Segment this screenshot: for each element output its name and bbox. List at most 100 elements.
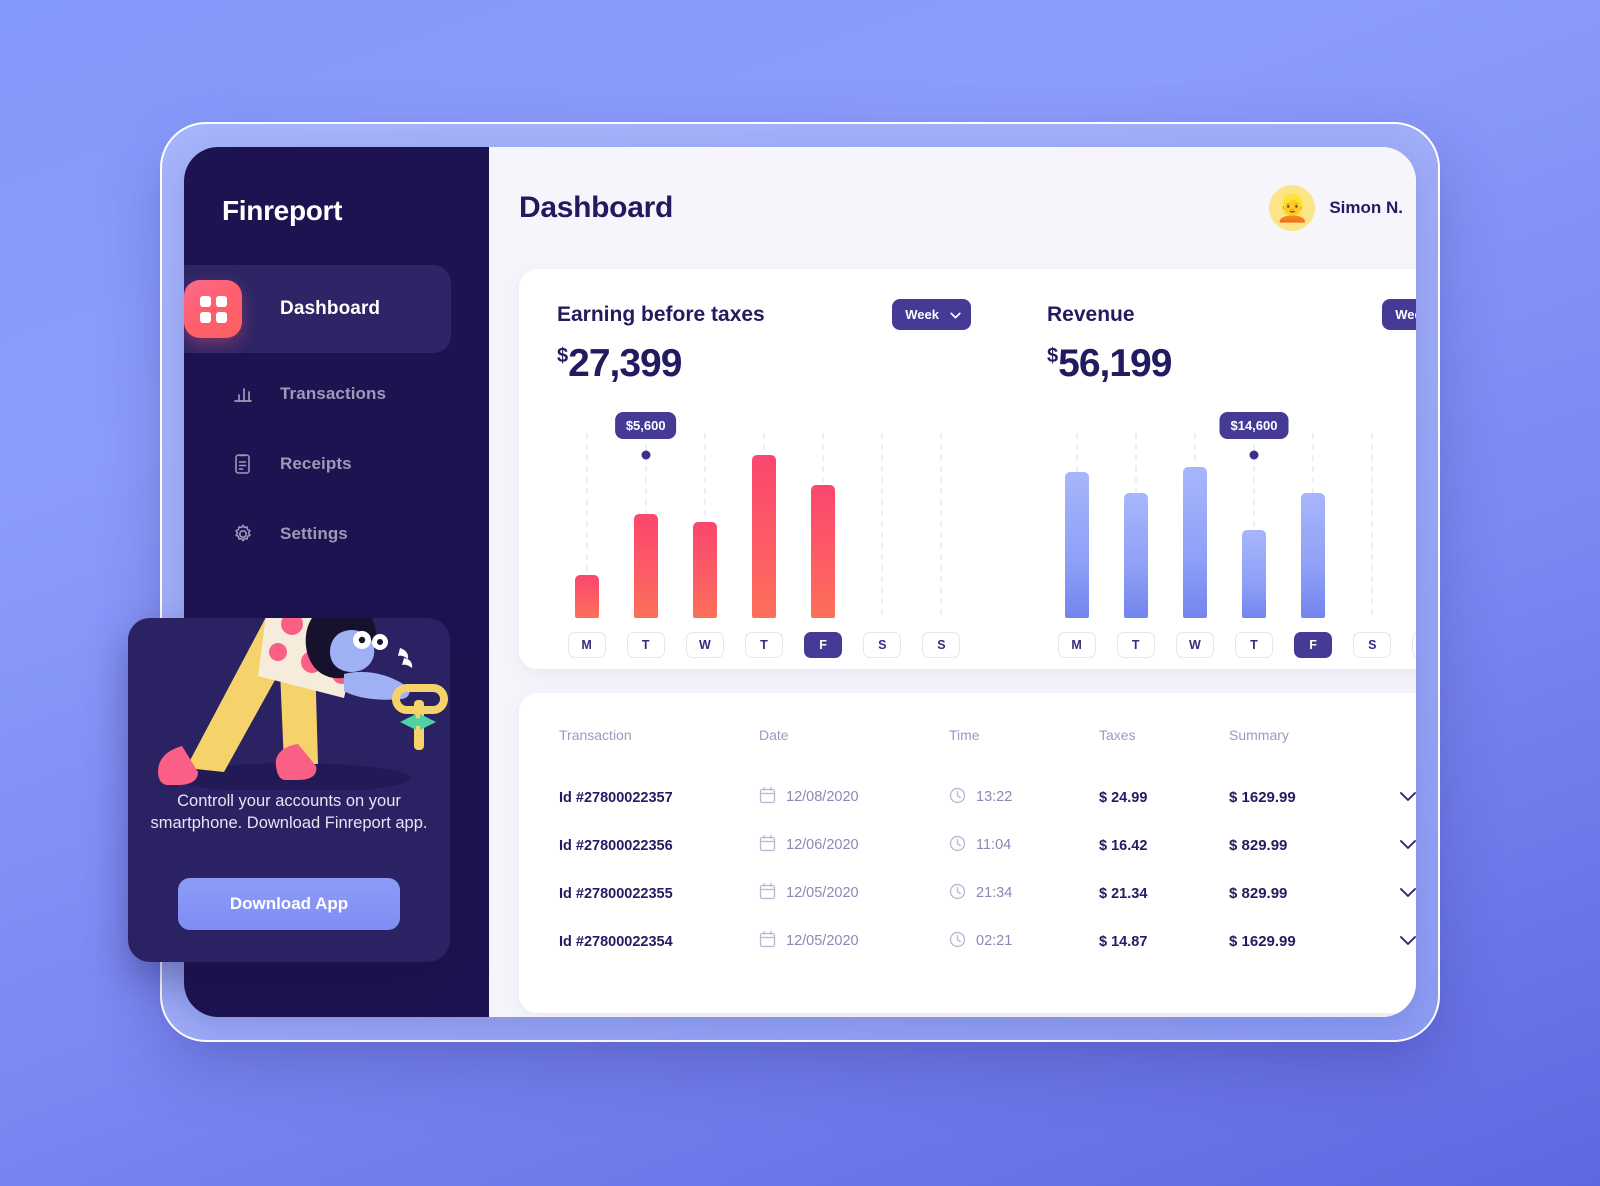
- row-expand-chevron-down-icon[interactable]: [1399, 933, 1416, 950]
- chart-bar[interactable]: [633, 514, 658, 618]
- table-body: Id #27800022357 12/08/2020 13:22 $ 24.99 $ 1…: [559, 773, 1416, 965]
- cell-time: 11:04: [976, 837, 1012, 853]
- cell-date: 12/06/2020: [786, 837, 859, 853]
- cell-time: 13:22: [976, 789, 1013, 805]
- calendar-icon: [759, 930, 776, 952]
- promo-illustration: [158, 618, 448, 790]
- column-header-taxes: Taxes: [1099, 727, 1136, 743]
- day-button[interactable]: T: [1234, 632, 1273, 658]
- table-header-row: Transaction Date Time Taxes Summary: [559, 727, 1416, 773]
- sidebar-item-dashboard[interactable]: Dashboard: [184, 265, 451, 353]
- chart-plot-area: $14,600: [1047, 408, 1416, 618]
- day-selector-earning[interactable]: MTWTFSS: [557, 632, 971, 658]
- range-select-earning[interactable]: Week: [892, 299, 971, 330]
- download-app-button[interactable]: Download App: [178, 878, 400, 930]
- chart-bar[interactable]: [1123, 493, 1148, 618]
- day-button[interactable]: S: [922, 632, 961, 658]
- day-cell: S: [853, 632, 912, 658]
- day-cell: W: [675, 632, 734, 658]
- bar-slot: [557, 433, 616, 618]
- day-button[interactable]: S: [1412, 632, 1416, 658]
- day-cell: T: [734, 632, 793, 658]
- day-cell: S: [1343, 632, 1402, 658]
- main-content: Dashboard 👱 Simon N. Earning before taxe…: [489, 147, 1416, 1017]
- cell-transaction-id: Id #27800022356: [559, 837, 673, 854]
- cell-summary: $ 1629.99: [1229, 788, 1296, 806]
- day-button[interactable]: M: [1057, 632, 1096, 658]
- chart-bar[interactable]: [1301, 493, 1326, 618]
- table-row[interactable]: Id #27800022354 12/05/2020 02:21 $ 14.87 $ 1…: [559, 917, 1416, 965]
- day-button[interactable]: F: [1294, 632, 1333, 658]
- day-button[interactable]: S: [1353, 632, 1392, 658]
- cell-summary: $ 1629.99: [1229, 932, 1296, 950]
- day-button[interactable]: W: [685, 632, 724, 658]
- day-button[interactable]: T: [744, 632, 783, 658]
- sidebar-item-transactions[interactable]: Transactions: [184, 367, 489, 421]
- user-menu[interactable]: 👱 Simon N.: [1269, 185, 1416, 231]
- currency-symbol: $: [557, 345, 568, 367]
- bar-slot: $5,600: [614, 412, 677, 618]
- chart-bar[interactable]: [811, 485, 836, 618]
- chart-tooltip: $14,600: [1219, 412, 1289, 439]
- chart-bar[interactable]: [1182, 467, 1207, 618]
- top-bar: Dashboard 👱 Simon N.: [519, 147, 1416, 269]
- gear-icon: [230, 521, 256, 547]
- promo-text: Controll your accounts on your smartphon…: [150, 792, 428, 832]
- cell-transaction-id: Id #27800022357: [559, 789, 673, 806]
- calendar-icon: [759, 834, 776, 856]
- cell-time: 21:34: [976, 885, 1013, 901]
- day-button[interactable]: M: [567, 632, 606, 658]
- chart-tooltip: $5,600: [614, 412, 677, 439]
- range-label: Week: [1395, 307, 1416, 322]
- bar-slot: [1047, 433, 1106, 618]
- day-cell: S: [1402, 632, 1416, 658]
- chart-bar[interactable]: [1064, 472, 1089, 618]
- calendar-icon: [759, 786, 776, 808]
- bar-slot: [1106, 433, 1165, 618]
- table-row[interactable]: Id #27800022357 12/08/2020 13:22 $ 24.99 $ 1…: [559, 773, 1416, 821]
- charts-card: Earning before taxes Week $27,399 $5,600…: [519, 269, 1416, 669]
- bar-slot: [734, 433, 793, 618]
- bar-slot: [675, 433, 734, 618]
- day-cell: T: [1224, 632, 1283, 658]
- chevron-down-icon: [950, 307, 961, 322]
- bar-slot: [1402, 433, 1416, 618]
- clock-icon: [949, 883, 966, 904]
- table-row[interactable]: Id #27800022355 12/05/2020 21:34 $ 21.34 $ 8…: [559, 869, 1416, 917]
- chart-bar[interactable]: [692, 522, 717, 618]
- day-button[interactable]: F: [804, 632, 843, 658]
- day-button[interactable]: T: [626, 632, 665, 658]
- sidebar-item-label: Receipts: [280, 454, 352, 473]
- day-button[interactable]: W: [1175, 632, 1214, 658]
- gridline: [881, 433, 883, 618]
- sidebar-item-label: Transactions: [280, 384, 387, 403]
- sidebar-nav: Dashboard Transactions Receipts Settings: [184, 265, 489, 561]
- range-select-revenue[interactable]: Week: [1382, 299, 1416, 330]
- clock-icon: [949, 835, 966, 856]
- clock-icon: [949, 787, 966, 808]
- day-selector-revenue[interactable]: MTWTFSS: [1047, 632, 1416, 658]
- day-cell: M: [557, 632, 616, 658]
- day-button[interactable]: S: [863, 632, 902, 658]
- table-row[interactable]: Id #27800022356 12/06/2020 11:04 $ 16.42 $ 8…: [559, 821, 1416, 869]
- transactions-table-card: Transaction Date Time Taxes Summary Id #…: [519, 693, 1416, 1013]
- column-header-expand: [1399, 727, 1416, 773]
- sidebar-item-receipts[interactable]: Receipts: [184, 437, 489, 491]
- row-expand-chevron-down-icon[interactable]: [1399, 885, 1416, 902]
- bars-earning: $5,600: [557, 412, 971, 618]
- page-title: Dashboard: [519, 191, 673, 224]
- bar-slot: $14,600: [1219, 412, 1289, 618]
- chart-bar[interactable]: [1241, 530, 1266, 618]
- chart-total-amount: $56,199: [1047, 342, 1416, 386]
- chart-plot-area: $5,600: [557, 408, 971, 618]
- day-cell: F: [794, 632, 853, 658]
- row-expand-chevron-down-icon[interactable]: [1399, 789, 1416, 806]
- sidebar-item-settings[interactable]: Settings: [184, 507, 489, 561]
- chart-title: Earning before taxes: [557, 302, 765, 326]
- row-expand-chevron-down-icon[interactable]: [1399, 837, 1416, 854]
- grid-icon: [184, 280, 242, 338]
- chart-bar[interactable]: [751, 455, 776, 618]
- chart-bar[interactable]: [574, 575, 599, 618]
- day-button[interactable]: T: [1116, 632, 1155, 658]
- tooltip-dot: [641, 450, 651, 460]
